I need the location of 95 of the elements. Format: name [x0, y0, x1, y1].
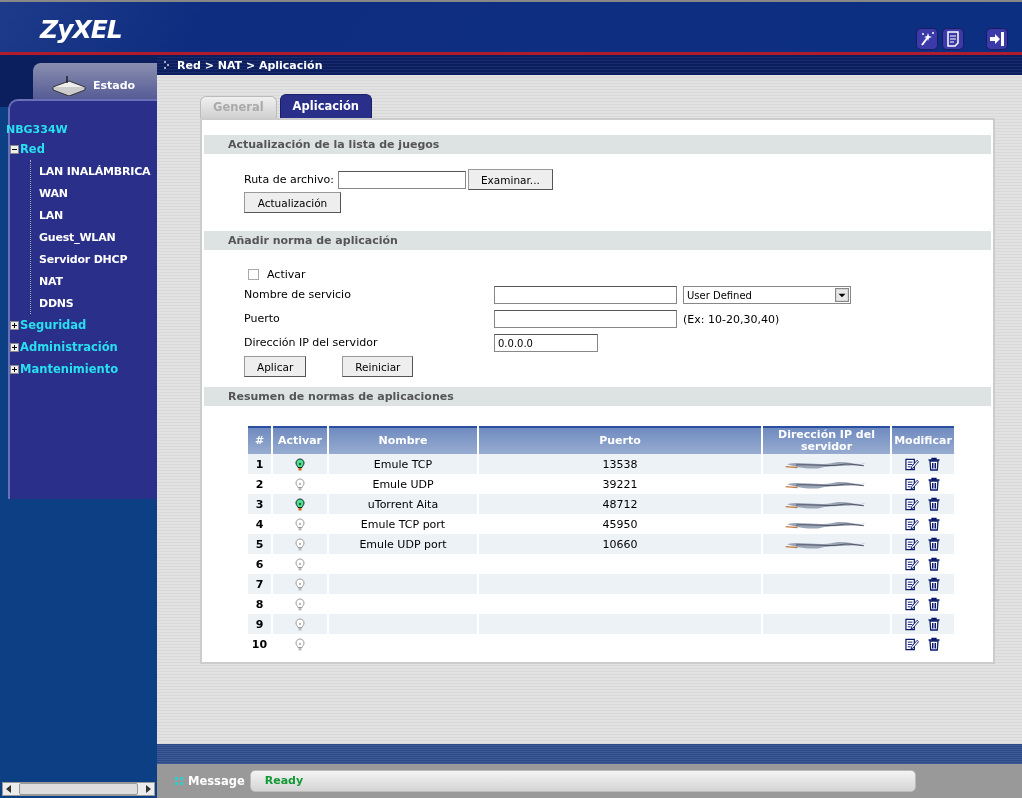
menu-item[interactable]: NAT — [39, 274, 63, 288]
trash-icon[interactable] — [927, 597, 941, 611]
table-cell-text: Emule TCP port — [359, 516, 447, 533]
ip-address-field[interactable]: 0.0.0.0 — [494, 334, 598, 352]
table-cell: 1 — [248, 454, 271, 474]
edit-icon[interactable] — [905, 517, 919, 531]
edit-icon[interactable] — [905, 457, 919, 471]
table-cell-text: 10 — [250, 636, 269, 653]
section-heading: Resumen de normas de aplicaciones — [204, 387, 991, 406]
service-name-field[interactable] — [494, 286, 677, 304]
table-cell-text: 8 — [254, 596, 265, 613]
trash-icon[interactable] — [927, 477, 941, 491]
device-name: NBG334W — [6, 123, 69, 138]
edit-icon[interactable] — [905, 557, 919, 571]
column-header: # — [248, 426, 271, 454]
trash-icon[interactable] — [927, 497, 941, 511]
menu-item[interactable]: LAN INALÁMBRICA — [39, 164, 151, 178]
checkbox[interactable] — [248, 268, 259, 280]
menu-item[interactable]: Guest_WLAN — [39, 230, 116, 244]
breadcrumb: Red > NAT > Aplicación — [177, 58, 323, 72]
trash-icon[interactable] — [927, 557, 941, 571]
column-header: Nombre — [329, 426, 477, 454]
field-label: Puerto — [244, 311, 281, 327]
status-message: Ready — [249, 770, 916, 792]
table-cell: 3 — [248, 494, 271, 514]
wizard-icon[interactable] — [916, 28, 938, 50]
table-cell: uTorrent Aita — [329, 494, 477, 514]
menu-item[interactable]: WAN — [39, 186, 68, 200]
logout-icon[interactable] — [986, 28, 1008, 50]
trash-icon[interactable] — [927, 577, 941, 591]
tab[interactable]: Aplicación — [279, 94, 373, 118]
port-field[interactable] — [494, 310, 677, 328]
table-cell-text: 2 — [254, 476, 265, 493]
reset-button[interactable]: Reiniciar — [342, 356, 414, 377]
edit-icon[interactable] — [905, 597, 919, 611]
table-cell-text: 45950 — [601, 516, 639, 533]
section-heading: Actualización de la lista de juegos — [204, 135, 991, 154]
checkbox-label: Activar — [267, 267, 306, 281]
trash-icon[interactable] — [927, 637, 941, 651]
table-cell: Emule TCP — [329, 454, 477, 474]
field-label: Nombre de servicio — [244, 287, 352, 303]
scroll-left-icon[interactable] — [6, 785, 12, 793]
dots-icon — [175, 777, 183, 785]
logo: ZyXEL — [40, 16, 122, 44]
trash-icon[interactable] — [927, 617, 941, 631]
expand-icon[interactable] — [10, 320, 19, 330]
dots-icon — [164, 61, 170, 69]
menu-item[interactable]: DDNS — [39, 296, 74, 310]
table-cell-text: 6 — [254, 556, 265, 573]
edit-icon[interactable] — [905, 497, 919, 511]
table-cell: Emule UDP port — [329, 534, 477, 554]
table-cell-text: 4 — [254, 516, 265, 533]
edit-icon[interactable] — [905, 617, 919, 631]
table-cell: 9 — [248, 614, 271, 634]
browse-button[interactable]: Examinar... — [467, 169, 553, 190]
router-icon — [51, 74, 87, 96]
menu-item[interactable]: Administración — [20, 340, 118, 354]
service-dropdown[interactable]: User Defined — [683, 286, 851, 304]
expand-icon[interactable] — [10, 342, 19, 352]
edit-icon[interactable] — [905, 477, 919, 491]
menu-item[interactable]: Servidor DHCP — [39, 252, 128, 266]
menu-item[interactable]: Mantenimiento — [20, 362, 119, 376]
horizontal-scrollbar[interactable] — [2, 782, 155, 796]
table-cell: 13538 — [479, 454, 761, 474]
table-cell: 7 — [248, 574, 271, 594]
column-header: Modificar — [892, 426, 954, 454]
hint-text: (Ex: 10-20,30,40) — [683, 312, 780, 326]
file-path-field[interactable] — [337, 170, 466, 189]
expand-icon[interactable] — [10, 364, 19, 374]
field-label: Dirección IP del servidor — [244, 335, 379, 351]
table-cell-text: Emule UDP — [371, 476, 435, 493]
column-header: Dirección IP del servidor — [763, 426, 890, 454]
update-button[interactable]: Actualización — [244, 192, 341, 213]
table-cell: 5 — [248, 534, 271, 554]
document-icon[interactable] — [942, 28, 964, 50]
table-cell-text: 39221 — [601, 476, 639, 493]
section-heading: Añadir norma de aplicación — [204, 231, 991, 250]
edit-icon[interactable] — [905, 577, 919, 591]
scroll-right-icon[interactable] — [145, 785, 151, 793]
trash-icon[interactable] — [927, 457, 941, 471]
status-label: Message — [188, 774, 245, 788]
menu-item[interactable]: LAN — [39, 208, 64, 222]
collapse-icon[interactable] — [10, 144, 19, 154]
trash-icon[interactable] — [927, 537, 941, 551]
edit-icon[interactable] — [905, 637, 919, 651]
column-header: Activar — [273, 426, 327, 454]
apply-button[interactable]: Aplicar — [244, 356, 307, 377]
field-label: Ruta de archivo: — [244, 173, 334, 186]
table-cell: 10660 — [479, 534, 761, 554]
table-cell: 48712 — [479, 494, 761, 514]
edit-icon[interactable] — [905, 537, 919, 551]
menu-item[interactable]: Seguridad — [20, 318, 87, 332]
column-header: Puerto — [479, 426, 761, 454]
trash-icon[interactable] — [927, 517, 941, 531]
menu-item[interactable]: Red — [20, 142, 45, 156]
